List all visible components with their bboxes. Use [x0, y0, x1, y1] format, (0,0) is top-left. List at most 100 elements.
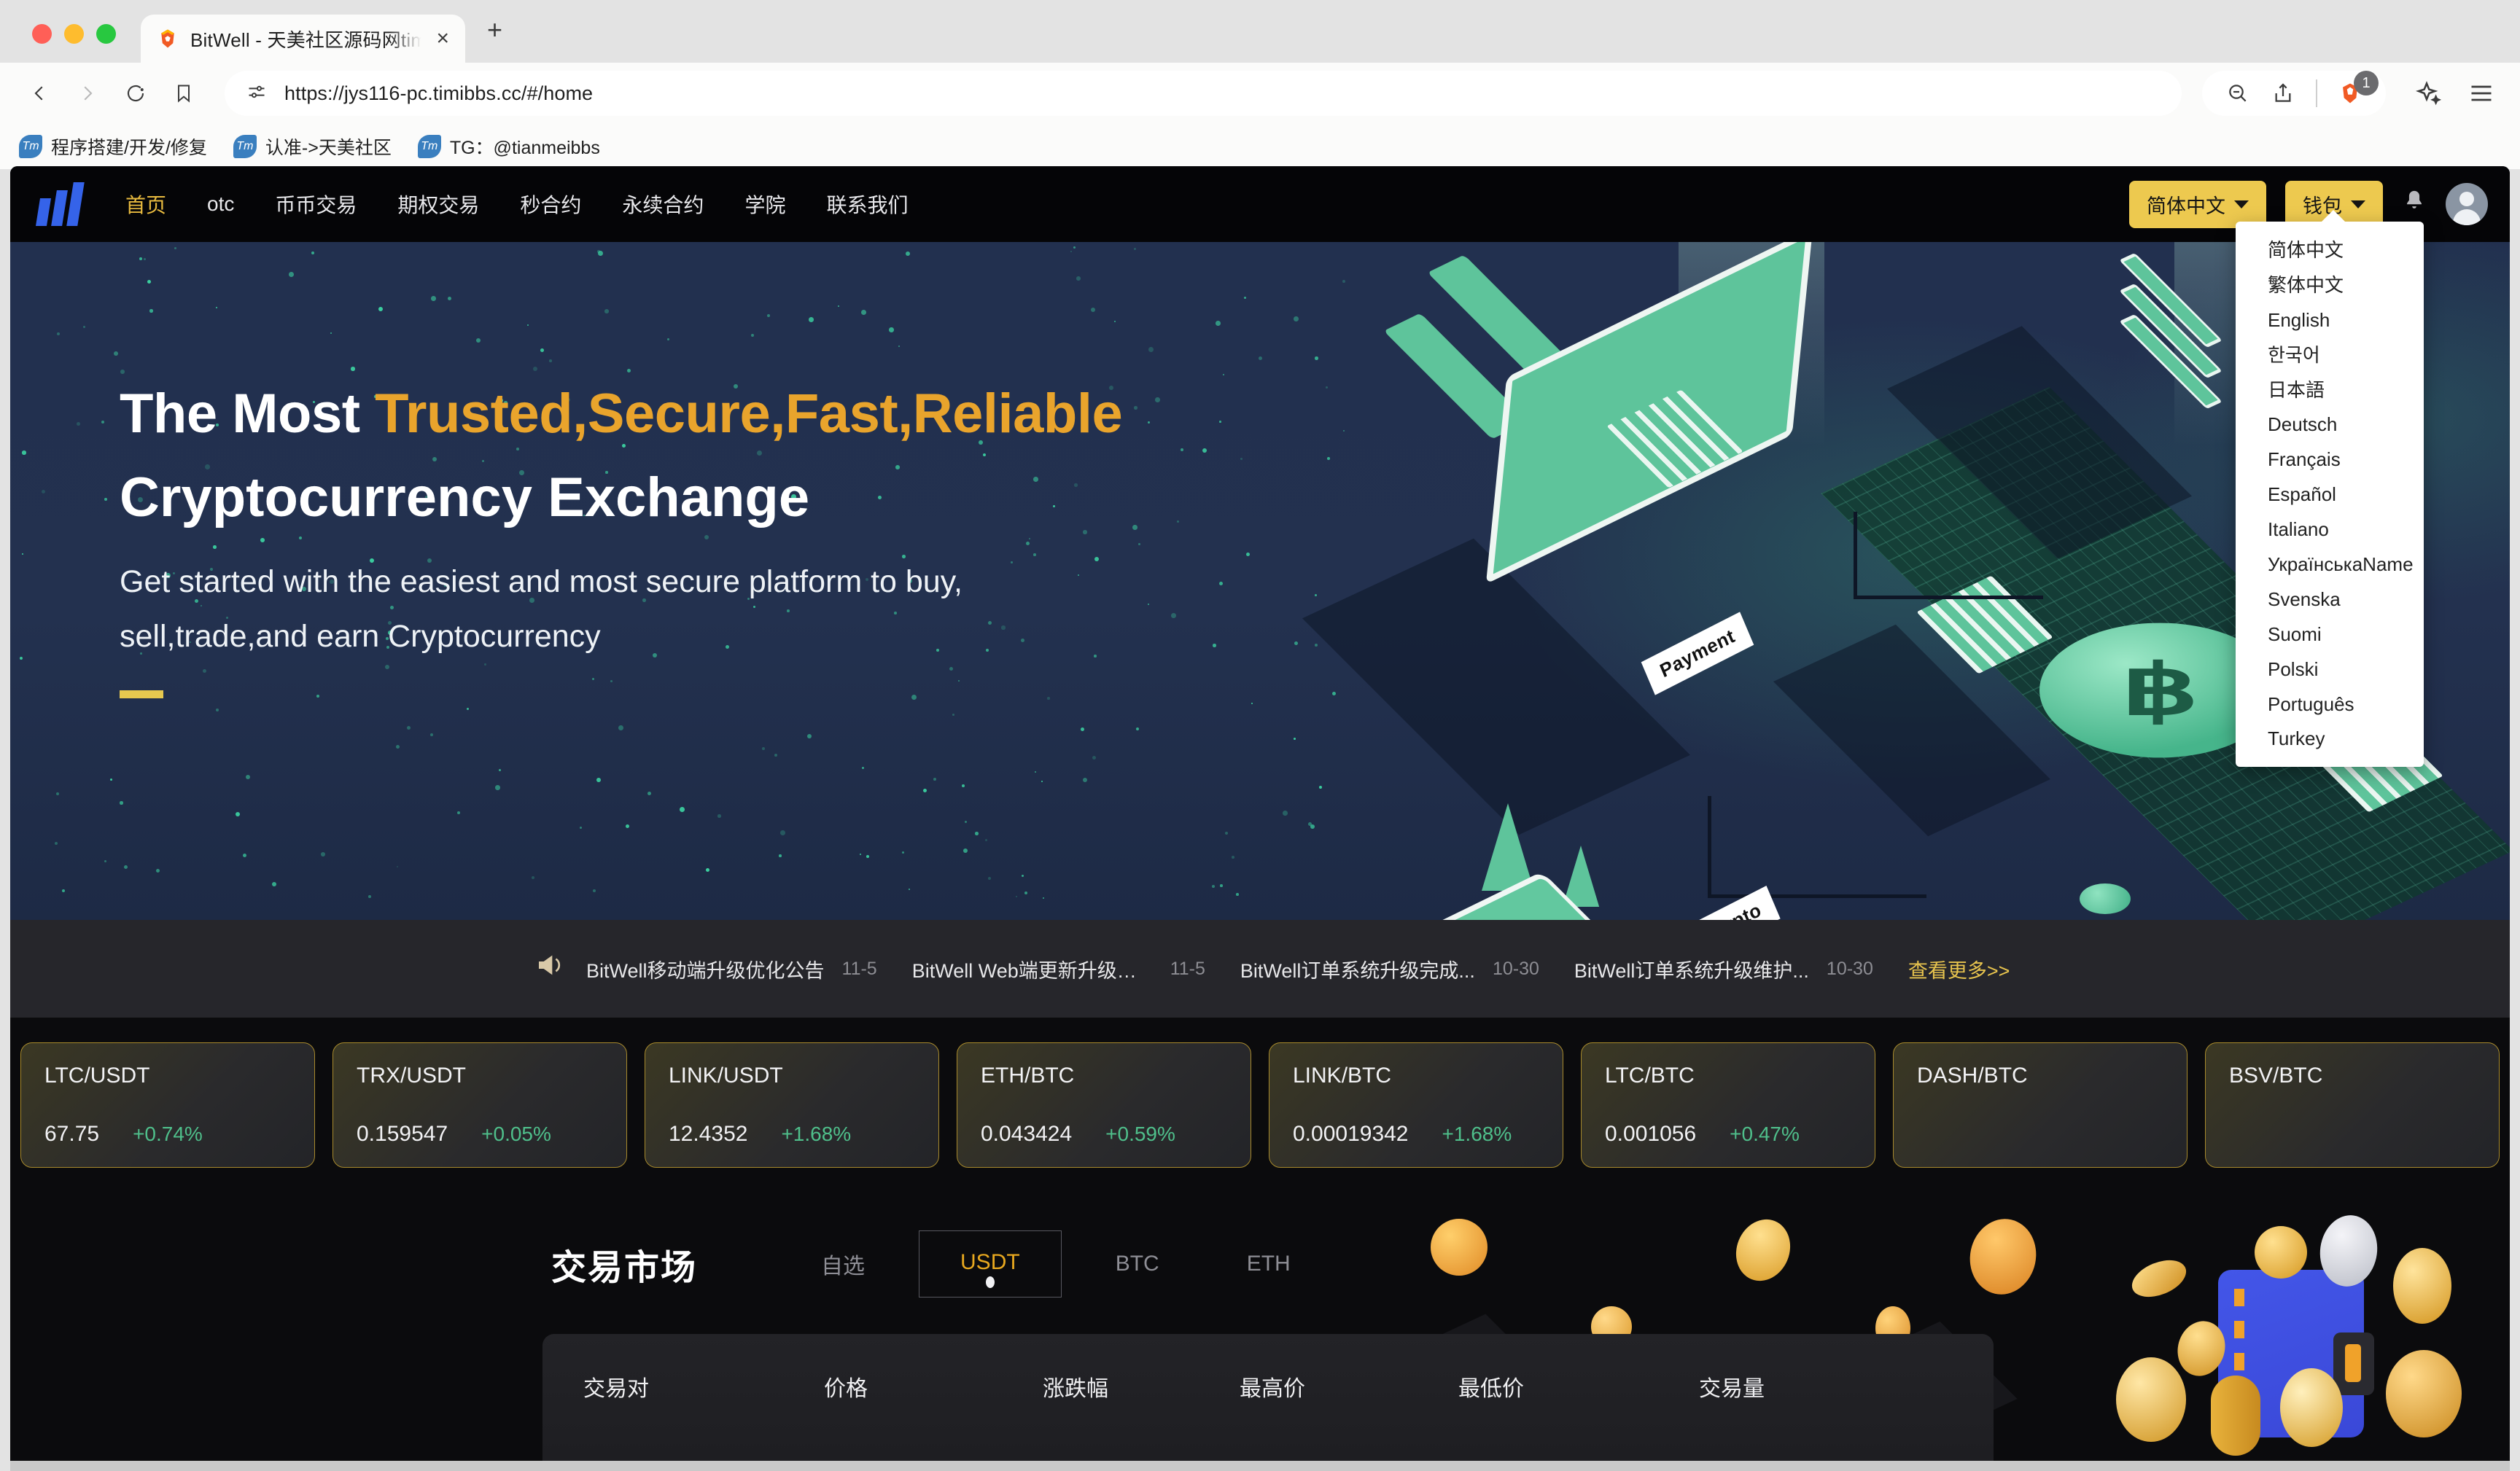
- ticker-card[interactable]: LTC/BTC 0.001056 +0.47%: [1581, 1042, 1875, 1168]
- browser-tab[interactable]: BitWell - 天美社区源码网timibbs.cc ×: [141, 15, 465, 63]
- nav-item-spot[interactable]: 币币交易: [275, 190, 357, 219]
- site-nav-links: 首页 otc 币币交易 期权交易 秒合约 永续合约 学院 联系我们: [125, 190, 908, 219]
- browser-menu-icon[interactable]: [2462, 74, 2501, 113]
- language-option-en[interactable]: English: [2236, 303, 2424, 338]
- ticker-card[interactable]: ETH/BTC 0.043424 +0.59%: [957, 1042, 1251, 1168]
- column-header-low[interactable]: 最低价: [1458, 1370, 1699, 1402]
- market-title: 交易市场: [551, 1238, 697, 1289]
- user-avatar[interactable]: [2446, 183, 2488, 225]
- column-header-high[interactable]: 最高价: [1240, 1370, 1458, 1402]
- hero-banner: ฿ Payment Crypto The Most Trusted,Secure…: [10, 242, 2510, 920]
- language-option-uk[interactable]: УкраїнськаName: [2236, 547, 2424, 582]
- language-option-ko[interactable]: 한국어: [2236, 338, 2424, 373]
- market-tab-usdt[interactable]: USDT: [919, 1230, 1062, 1298]
- language-option-pt[interactable]: Português: [2236, 687, 2424, 722]
- nav-item-options[interactable]: 期权交易: [397, 190, 479, 219]
- language-option-zh-tw[interactable]: 繁体中文: [2236, 268, 2424, 303]
- hero-copy: The Most Trusted,Secure,Fast,Reliable Cr…: [120, 381, 1122, 698]
- language-option-ja[interactable]: 日本語: [2236, 373, 2424, 408]
- hero-subtitle-line-1: Get started with the easiest and most se…: [120, 558, 1122, 606]
- hero-headline-2: Cryptocurrency Exchange: [120, 464, 1122, 532]
- language-option-fi[interactable]: Suomi: [2236, 617, 2424, 652]
- toolbar-divider: [2316, 79, 2317, 107]
- column-header-price[interactable]: 价格: [824, 1370, 1043, 1402]
- language-option-sv[interactable]: Svenska: [2236, 582, 2424, 617]
- bookmarks-bar: Tm 程序搭建/开发/修复 Tm 认准->天美社区 Tm TG：@tianmei…: [0, 124, 2520, 169]
- nav-item-perp[interactable]: 永续合约: [622, 190, 704, 219]
- ticker-card[interactable]: BSV/BTC: [2205, 1042, 2500, 1168]
- bookmark-item-1[interactable]: Tm 认准->天美社区: [233, 133, 392, 160]
- share-icon[interactable]: [2263, 74, 2303, 113]
- announcement-date: 11-5: [1170, 959, 1205, 980]
- market-tab-eth[interactable]: ETH: [1203, 1252, 1334, 1276]
- language-selector-label: 简体中文: [2147, 190, 2225, 219]
- leo-ai-icon[interactable]: [2409, 74, 2449, 113]
- tab-strip: BitWell - 天美社区源码网timibbs.cc × +: [0, 0, 2520, 63]
- language-option-zh-cn[interactable]: 简体中文: [2236, 233, 2424, 268]
- language-option-de[interactable]: Deutsch: [2236, 407, 2424, 442]
- new-tab-button[interactable]: +: [487, 15, 502, 63]
- bookmark-item-0[interactable]: Tm 程序搭建/开发/修复: [19, 133, 207, 160]
- announcement-item-3[interactable]: BitWell订单系统升级维护... 10-30: [1574, 955, 1873, 983]
- ticker-card[interactable]: LINK/BTC 0.00019342 +1.68%: [1269, 1042, 1563, 1168]
- ticker-pair: LTC/BTC: [1605, 1064, 1851, 1088]
- nav-item-contact[interactable]: 联系我们: [826, 190, 908, 219]
- announcement-item-0[interactable]: BitWell移动端升级优化公告 11-5: [586, 955, 877, 983]
- bookmark-icon[interactable]: [163, 73, 204, 114]
- language-option-it[interactable]: Italiano: [2236, 512, 2424, 547]
- reload-button[interactable]: [115, 73, 156, 114]
- timibbs-icon: Tm: [233, 135, 257, 158]
- column-header-change[interactable]: 涨跌幅: [1043, 1370, 1240, 1402]
- site-settings-icon[interactable]: [246, 82, 267, 106]
- table-header-row: 交易对 价格 涨跌幅 最高价 最低价 交易量: [542, 1356, 1994, 1417]
- market-tab-btc[interactable]: BTC: [1072, 1252, 1203, 1276]
- language-option-pl[interactable]: Polski: [2236, 652, 2424, 687]
- ticker-price: 0.00019342: [1293, 1122, 1409, 1147]
- zoom-out-icon[interactable]: [2218, 74, 2258, 113]
- close-window-button[interactable]: [32, 24, 52, 44]
- window-controls[interactable]: [22, 24, 116, 63]
- column-header-volume[interactable]: 交易量: [1699, 1370, 1953, 1402]
- ticker-card[interactable]: LINK/USDT 12.4352 +1.68%: [645, 1042, 939, 1168]
- ticker-pair: LTC/USDT: [44, 1064, 291, 1088]
- horizontal-scrollbar[interactable]: [10, 1461, 2510, 1471]
- ticker-change: +0.05%: [481, 1123, 551, 1146]
- ticker-change: +1.68%: [781, 1123, 851, 1146]
- url-bar[interactable]: https://jys116-pc.timibbs.cc/#/home: [225, 71, 2182, 116]
- market-tab-favorites[interactable]: 自选: [777, 1248, 909, 1280]
- browser-window: BitWell - 天美社区源码网timibbs.cc × + https://…: [0, 0, 2520, 1471]
- market-section: 交易市场 自选 USDT BTC ETH 交易对 价格 涨跌幅 最高价 最低价 …: [10, 1197, 2510, 1471]
- bookmark-item-2[interactable]: Tm TG：@tianmeibbs: [418, 133, 600, 160]
- language-option-fr[interactable]: Français: [2236, 442, 2424, 477]
- hero-headline-plain: The Most: [120, 383, 375, 445]
- announcement-title: BitWell Web端更新升级公告: [912, 955, 1153, 983]
- hero-headline-highlight: Trusted,Secure,Fast,Reliable: [375, 383, 1122, 445]
- close-tab-button[interactable]: ×: [433, 28, 449, 50]
- bell-icon[interactable]: [2402, 189, 2427, 220]
- maximize-window-button[interactable]: [96, 24, 116, 44]
- ticker-price: 0.001056: [1605, 1122, 1696, 1147]
- ticker-price: 0.159547: [357, 1122, 448, 1147]
- language-option-es[interactable]: Español: [2236, 477, 2424, 512]
- ticker-price: 12.4352: [669, 1122, 747, 1147]
- announcement-item-1[interactable]: BitWell Web端更新升级公告 11-5: [912, 955, 1205, 983]
- forward-button[interactable]: [67, 73, 108, 114]
- ticker-card[interactable]: LTC/USDT 67.75 +0.74%: [20, 1042, 315, 1168]
- bitwell-logo[interactable]: [36, 182, 85, 226]
- announcement-item-2[interactable]: BitWell订单系统升级完成... 10-30: [1240, 955, 1539, 983]
- language-selector-button[interactable]: 简体中文: [2129, 181, 2266, 228]
- url-text: https://jys116-pc.timibbs.cc/#/home: [284, 82, 593, 105]
- nav-item-otc[interactable]: otc: [207, 192, 234, 216]
- language-option-tr[interactable]: Turkey: [2236, 722, 2424, 757]
- nav-item-home[interactable]: 首页: [125, 190, 166, 219]
- nav-item-academy[interactable]: 学院: [744, 190, 785, 219]
- ticker-card[interactable]: DASH/BTC: [1893, 1042, 2188, 1168]
- minimize-window-button[interactable]: [64, 24, 84, 44]
- announcement-more-link[interactable]: 查看更多>>: [1908, 955, 2010, 983]
- column-header-pair[interactable]: 交易对: [583, 1370, 824, 1402]
- back-button[interactable]: [19, 73, 60, 114]
- announcement-title: BitWell订单系统升级维护...: [1574, 955, 1809, 983]
- ticker-card[interactable]: TRX/USDT 0.159547 +0.05%: [332, 1042, 627, 1168]
- brave-shields-icon[interactable]: 1: [2330, 74, 2370, 113]
- nav-item-seconds[interactable]: 秒合约: [520, 190, 581, 219]
